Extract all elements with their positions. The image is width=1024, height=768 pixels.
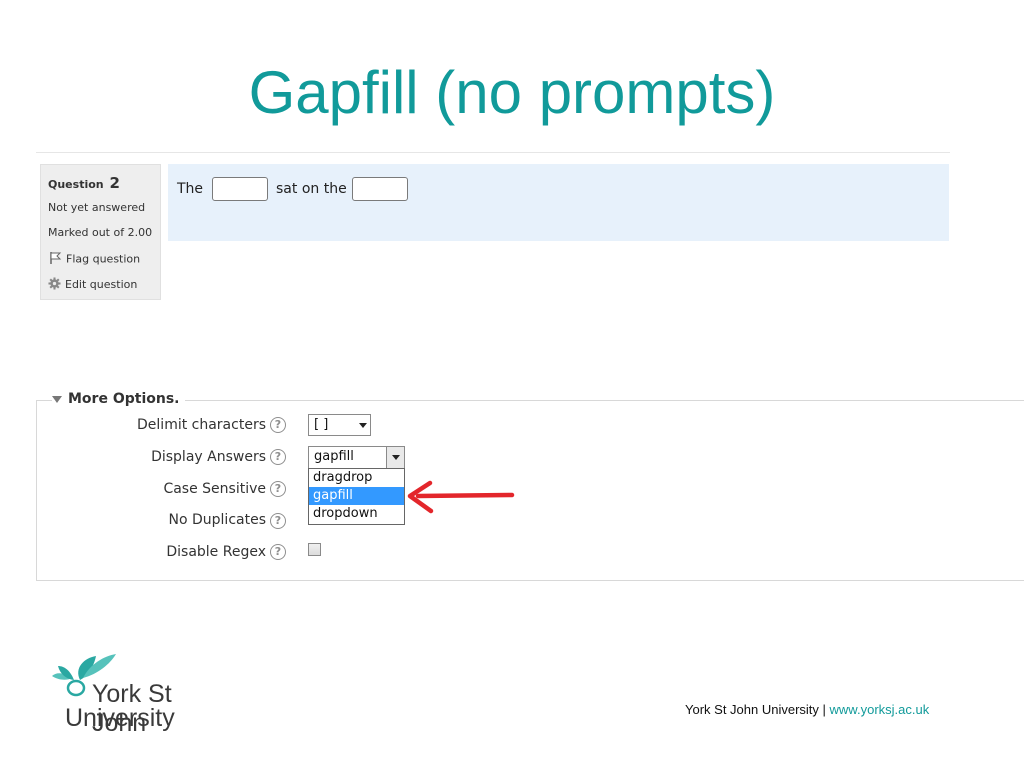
delimit-characters-value: [ ] — [314, 417, 329, 432]
no-duplicates-label: No Duplicates — [168, 512, 266, 528]
question-marks: Marked out of 2.00 — [48, 226, 153, 239]
flag-question-label: Flag question — [66, 252, 141, 266]
delimit-characters-select[interactable]: [ ] — [308, 414, 371, 436]
help-icon[interactable]: ? — [270, 449, 286, 465]
help-icon[interactable]: ? — [270, 417, 286, 433]
logo-line-2: University — [65, 704, 175, 732]
case-sensitive-label: Case Sensitive — [163, 481, 266, 497]
gear-icon — [48, 277, 61, 293]
university-logo: York St John University — [50, 650, 210, 737]
slide-title: Gapfill (no prompts) — [248, 59, 776, 126]
question-number-row: Question 2 — [48, 174, 120, 192]
display-answers-value: gapfill — [314, 449, 354, 464]
question-number: 2 — [109, 174, 120, 192]
display-answers-label: Display Answers — [151, 449, 266, 465]
question-label: Question — [48, 178, 104, 191]
gap-input-1[interactable] — [212, 177, 268, 201]
footer-separator: | — [818, 702, 830, 717]
delimit-characters-label: Delimit characters — [137, 417, 266, 433]
top-divider — [36, 152, 950, 153]
more-options-title: More Options. — [68, 391, 180, 407]
question-text-2: sat on the — [276, 181, 347, 197]
footer-university: York St John University — [685, 702, 819, 717]
dropdown-button[interactable] — [386, 447, 404, 468]
footer-credit: York St John University | www.yorksj.ac.… — [685, 702, 929, 717]
chevron-down-icon — [359, 423, 367, 428]
collapse-triangle-icon — [52, 395, 62, 403]
help-icon[interactable]: ? — [270, 544, 286, 560]
question-text-1: The — [177, 181, 204, 197]
gap-input-2[interactable] — [352, 177, 408, 201]
dropdown-option-gapfill[interactable]: gapfill — [309, 487, 404, 505]
footer-url-link[interactable]: www.yorksj.ac.uk — [830, 702, 930, 717]
question-content: The sat on the — [168, 164, 949, 241]
flag-icon — [48, 251, 62, 268]
dropdown-option-dragdrop[interactable]: dragdrop — [309, 469, 404, 487]
display-answers-select[interactable]: gapfill — [308, 446, 405, 469]
flag-question-link[interactable]: Flag question — [48, 251, 140, 268]
edit-question-link[interactable]: Edit question — [48, 277, 137, 293]
question-state: Not yet answered — [48, 201, 146, 214]
edit-question-label: Edit question — [65, 278, 138, 291]
chevron-down-icon — [392, 455, 400, 460]
red-arrow-annotation — [407, 480, 515, 514]
disable-regex-label: Disable Regex — [166, 544, 266, 560]
help-icon[interactable]: ? — [270, 481, 286, 497]
display-answers-options: dragdrop gapfill dropdown — [308, 468, 405, 525]
more-options-legend[interactable]: More Options. — [52, 391, 186, 407]
help-icon[interactable]: ? — [270, 513, 286, 529]
disable-regex-checkbox[interactable] — [308, 543, 321, 556]
question-info-panel: Question 2 Not yet answered Marked out o… — [40, 164, 161, 300]
dropdown-option-dropdown[interactable]: dropdown — [309, 505, 404, 523]
